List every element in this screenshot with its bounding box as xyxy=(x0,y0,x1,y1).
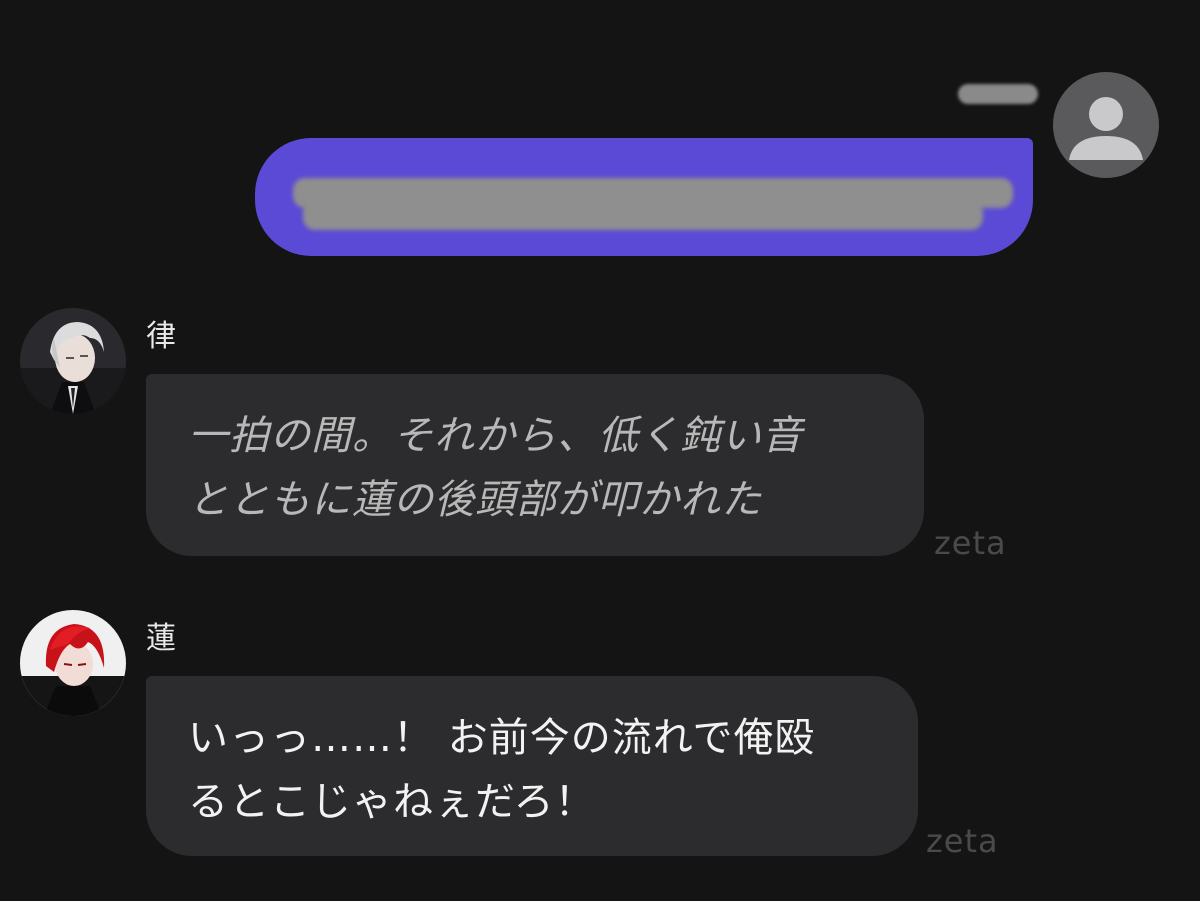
redacted-text xyxy=(303,200,983,230)
sender-name: 蓮 xyxy=(146,621,176,656)
ritsu-avatar[interactable] xyxy=(20,308,126,414)
user-name-redacted xyxy=(958,84,1038,104)
character-portrait-ritsu xyxy=(20,308,126,414)
default-user-avatar-icon xyxy=(1069,97,1143,160)
message-text-line: とともに蓮の後頭部が叩かれた xyxy=(188,477,762,523)
zeta-watermark: zeta xyxy=(934,524,1007,562)
message-bubble[interactable]: いっっ……！ お前今の流れで俺殴 るとこじゃねぇだろ！ xyxy=(146,676,918,856)
user-avatar[interactable] xyxy=(1053,72,1159,178)
zeta-watermark: zeta xyxy=(926,822,999,860)
message-text-line: 一拍の間。それから、低く鈍い音 xyxy=(188,413,803,459)
message-bubble[interactable]: 一拍の間。それから、低く鈍い音 とともに蓮の後頭部が叩かれた xyxy=(146,374,924,556)
user-message-bubble[interactable] xyxy=(255,138,1033,256)
ren-avatar[interactable] xyxy=(20,610,126,716)
message-text-line: いっっ……！ お前今の流れで俺殴 xyxy=(188,715,816,761)
character-portrait-ren xyxy=(20,610,126,716)
sender-name: 律 xyxy=(146,319,176,354)
message-text-line: るとこじゃねぇだろ！ xyxy=(188,779,596,825)
